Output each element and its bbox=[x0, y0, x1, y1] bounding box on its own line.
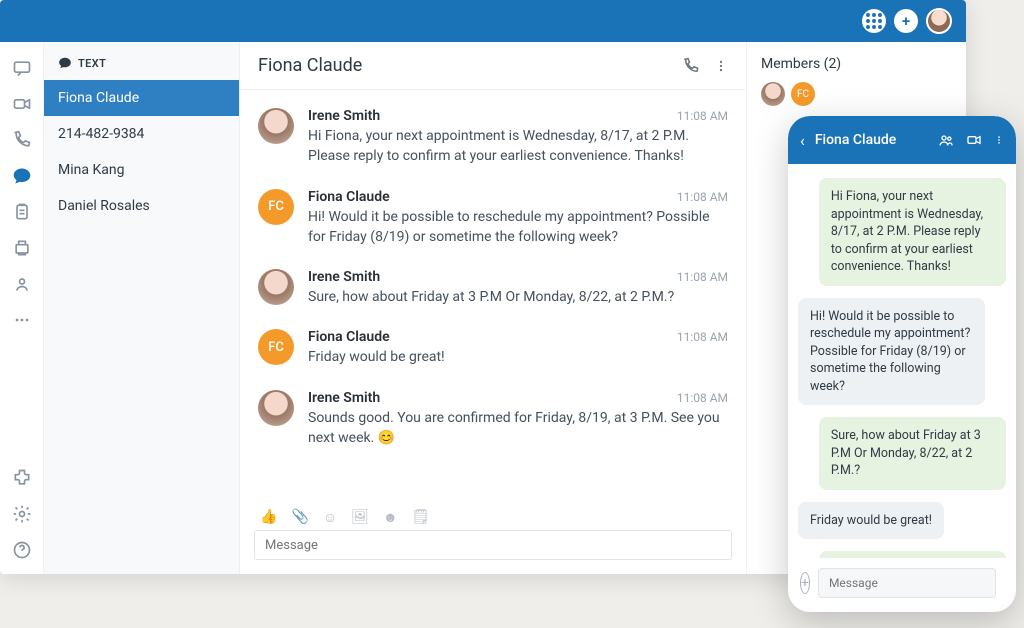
message-row: Irene Smith 11:08 AM Sure, how about Frida… bbox=[258, 269, 728, 307]
messages-scroll[interactable]: Irene Smith 11:08 AM Hi Fiona, your next a… bbox=[240, 90, 746, 497]
thread-more-button[interactable] bbox=[714, 57, 728, 75]
message-avatar bbox=[258, 269, 294, 305]
dialpad-button[interactable] bbox=[862, 9, 886, 33]
attach-icon[interactable]: 📎 bbox=[291, 509, 308, 526]
message-sender: Fiona Claude bbox=[308, 329, 390, 345]
call-button[interactable] bbox=[682, 57, 700, 75]
mobile-bubble: Friday would be great! bbox=[798, 502, 944, 540]
thread-title: Fiona Claude bbox=[258, 55, 362, 76]
more-icon[interactable] bbox=[12, 310, 32, 330]
plus-icon: + bbox=[902, 12, 910, 30]
message-sender: Fiona Claude bbox=[308, 189, 390, 205]
mobile-bubble: Hi! Would it be possible to reschedule m… bbox=[798, 298, 985, 406]
message-text: Hi! Would it be possible to reschedule m… bbox=[308, 207, 728, 248]
like-icon[interactable]: 👍 bbox=[260, 509, 277, 526]
member-avatar[interactable] bbox=[761, 82, 785, 106]
topbar: + bbox=[0, 0, 966, 42]
message-time: 11:08 AM bbox=[677, 190, 728, 204]
mobile-mockup: ‹ Fiona Claude Hi Fiona, your next appoi… bbox=[788, 116, 1016, 612]
message-text: Hi Fiona, your next appointment is Wedne… bbox=[308, 126, 728, 167]
mobile-bubble: Hi Fiona, your next appointment is Wedne… bbox=[819, 178, 1006, 286]
message-thread: Fiona Claude Irene Smith 11:08 AM Hi Fiona… bbox=[240, 42, 746, 574]
message-avatar: FC bbox=[258, 329, 294, 365]
mobile-messages[interactable]: Hi Fiona, your next appointment is Wedne… bbox=[788, 164, 1016, 558]
mobile-more-icon[interactable] bbox=[994, 132, 1004, 148]
chat-icon[interactable] bbox=[12, 58, 32, 78]
member-avatar[interactable]: FC bbox=[791, 82, 815, 106]
message-row: Irene Smith 11:08 AM Hi Fiona, your next a… bbox=[258, 108, 728, 167]
message-time: 11:08 AM bbox=[677, 330, 728, 344]
message-avatar: FC bbox=[258, 189, 294, 225]
conversation-item[interactable]: Mina Kang bbox=[44, 152, 239, 188]
extensions-icon[interactable] bbox=[12, 468, 32, 488]
compose-toolbar: 👍 📎 ☺ 🖼 ☻ 🗒 bbox=[254, 505, 732, 530]
message-input[interactable] bbox=[254, 530, 732, 560]
message-time: 11:08 AM bbox=[677, 391, 728, 405]
mobile-bubble: Sounds good. You are confirmed for Frida… bbox=[819, 551, 1006, 558]
help-icon[interactable] bbox=[12, 540, 32, 560]
mobile-add-button[interactable]: + bbox=[800, 572, 810, 594]
message-avatar bbox=[258, 108, 294, 144]
mobile-bubble: Sure, how about Friday at 3 P.M Or Monda… bbox=[819, 417, 1006, 490]
text-bubble-icon bbox=[58, 56, 72, 70]
back-icon[interactable]: ‹ bbox=[800, 131, 805, 150]
add-button[interactable]: + bbox=[894, 9, 918, 33]
text-icon[interactable] bbox=[12, 166, 32, 186]
conversation-item[interactable]: Fiona Claude bbox=[44, 80, 239, 116]
message-time: 11:08 AM bbox=[677, 270, 728, 284]
fax-icon[interactable] bbox=[12, 238, 32, 258]
message-sender: Irene Smith bbox=[308, 269, 380, 285]
mobile-title: Fiona Claude bbox=[815, 132, 928, 148]
members-icon[interactable] bbox=[938, 132, 954, 148]
message-text: Friday would be great! bbox=[308, 347, 728, 367]
profile-avatar[interactable] bbox=[926, 8, 952, 34]
conversation-item[interactable]: 214-482-9384 bbox=[44, 116, 239, 152]
gif-icon[interactable]: ☻ bbox=[383, 509, 398, 526]
conversation-list: TEXT Fiona Claude214-482-9384Mina KangDa… bbox=[44, 42, 240, 574]
members-avatars: FC bbox=[761, 82, 952, 106]
message-time: 11:08 AM bbox=[677, 109, 728, 123]
settings-icon[interactable] bbox=[12, 504, 32, 524]
mobile-message-input[interactable] bbox=[818, 568, 996, 598]
clipboard-icon[interactable] bbox=[12, 202, 32, 222]
video-icon[interactable] bbox=[966, 132, 982, 148]
message-sender: Irene Smith bbox=[308, 390, 380, 406]
message-text: Sounds good. You are confirmed for Frida… bbox=[308, 408, 728, 449]
message-avatar bbox=[258, 390, 294, 426]
nav-rail bbox=[0, 42, 44, 574]
message-row: FC Fiona Claude 11:08 AM Friday would be gr… bbox=[258, 329, 728, 367]
message-row: FC Fiona Claude 11:08 AM Hi! Would it be po… bbox=[258, 189, 728, 248]
members-title: Members (2) bbox=[761, 56, 952, 72]
mobile-header: ‹ Fiona Claude bbox=[788, 116, 1016, 164]
note-icon[interactable]: 🗒 bbox=[412, 509, 430, 526]
mobile-compose: + bbox=[788, 558, 1016, 612]
phone-icon[interactable] bbox=[12, 130, 32, 150]
video-icon[interactable] bbox=[12, 94, 32, 114]
conversation-section-header: TEXT bbox=[44, 42, 239, 80]
message-row: Irene Smith 11:08 AM Sounds good. You are … bbox=[258, 390, 728, 449]
message-text: Sure, how about Friday at 3 P.M Or Monda… bbox=[308, 287, 728, 307]
conversation-item[interactable]: Daniel Rosales bbox=[44, 188, 239, 224]
compose-area: 👍 📎 ☺ 🖼 ☻ 🗒 bbox=[240, 497, 746, 574]
section-label: TEXT bbox=[78, 57, 106, 70]
thread-header: Fiona Claude bbox=[240, 42, 746, 90]
image-icon[interactable]: 🖼 bbox=[351, 509, 369, 526]
thread-actions bbox=[682, 57, 728, 75]
emoji-icon[interactable]: ☺ bbox=[323, 509, 337, 526]
contact-icon[interactable] bbox=[12, 274, 32, 294]
message-sender: Irene Smith bbox=[308, 108, 380, 124]
